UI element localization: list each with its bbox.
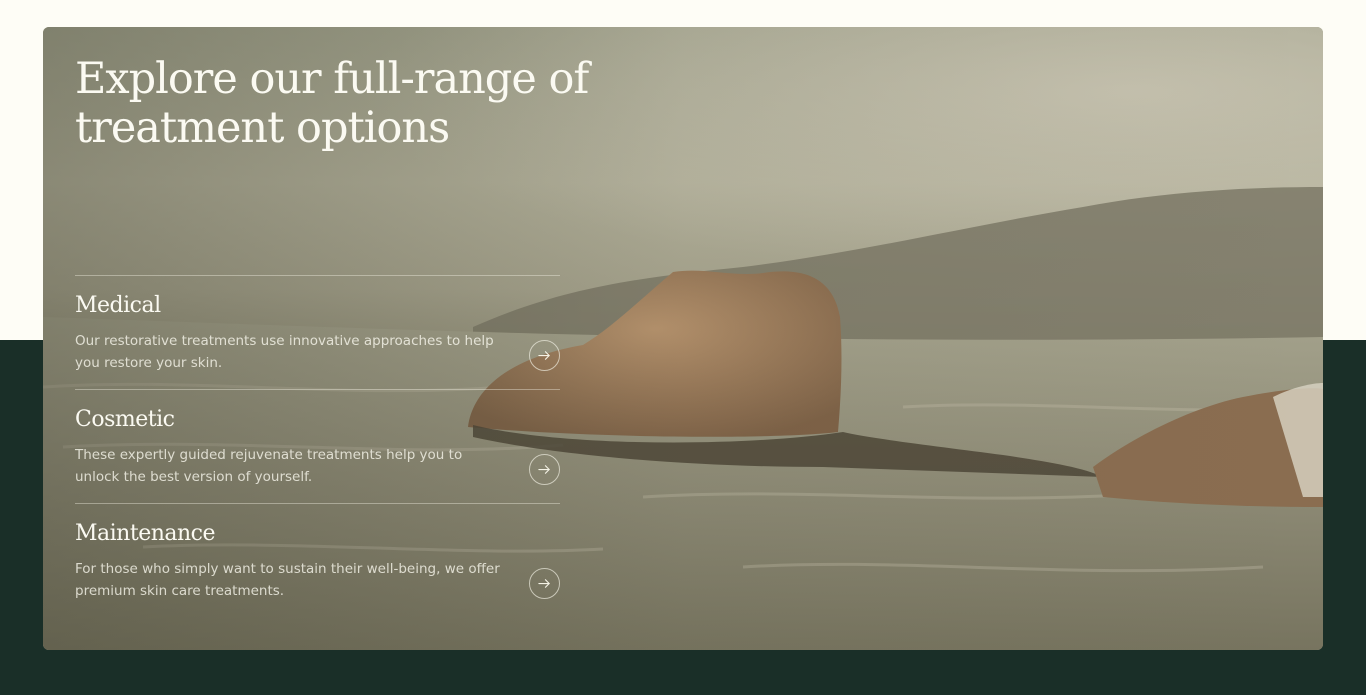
treatment-title: Maintenance	[75, 521, 216, 546]
treatment-title: Cosmetic	[75, 407, 175, 432]
arrow-right-icon	[538, 351, 550, 360]
arrow-right-icon	[538, 465, 550, 474]
arrow-right-icon	[538, 579, 550, 588]
treatment-item-cosmetic[interactable]: Cosmetic These expertly guided rejuvenat…	[75, 390, 560, 504]
cosmetic-arrow-button[interactable]	[529, 454, 560, 485]
treatment-description: Our restorative treatments use innovativ…	[75, 333, 494, 371]
section-headline: Explore our full-range of treatment opti…	[75, 54, 589, 153]
medical-arrow-button[interactable]	[529, 340, 560, 371]
treatment-item-maintenance[interactable]: Maintenance For those who simply want to…	[75, 504, 560, 617]
treatment-description: For those who simply want to sustain the…	[75, 561, 500, 599]
maintenance-arrow-button[interactable]	[529, 568, 560, 599]
treatment-description: These expertly guided rejuvenate treatme…	[75, 447, 463, 485]
treatment-item-medical[interactable]: Medical Our restorative treatments use i…	[75, 276, 560, 390]
treatment-title: Medical	[75, 293, 161, 318]
treatment-options-card: Explore our full-range of treatment opti…	[43, 27, 1323, 650]
treatment-list: Medical Our restorative treatments use i…	[75, 275, 560, 617]
